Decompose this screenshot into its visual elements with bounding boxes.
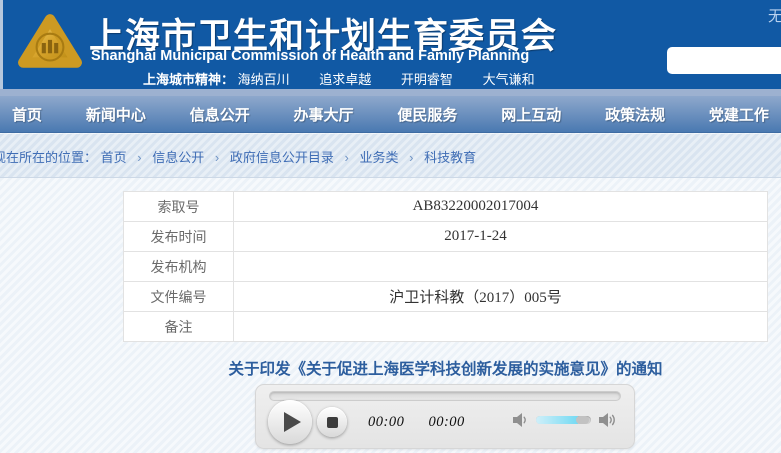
breadcrumb-separator: ›: [409, 150, 413, 165]
volume-slider[interactable]: [536, 416, 591, 424]
site-header: 上海市卫生和计划生育委员会 Shanghai Municipal Commiss…: [0, 0, 781, 89]
slogan-item: 海纳百川: [238, 72, 290, 87]
total-time: 00:00: [428, 414, 464, 430]
document-info-table: 索取号 AB83220002017004 发布时间 2017-1-24 发布机构…: [123, 191, 768, 342]
volume-high-icon: [598, 412, 618, 428]
row-label: 索取号: [124, 192, 234, 221]
play-button[interactable]: [268, 400, 312, 444]
nav-item-home[interactable]: 首页: [12, 104, 42, 125]
stop-icon: [327, 417, 338, 428]
main-nav: 首页 新闻中心 信息公开 办事大厅 便民服务 网上互动 政策法规 党建工作: [0, 96, 781, 133]
volume-fill: [536, 416, 578, 424]
breadcrumb: 现在所在的位置： 首页 › 信息公开 › 政府信息公开目录 › 业务类 › 科技…: [0, 147, 476, 166]
nav-item-party-building[interactable]: 党建工作: [709, 104, 769, 125]
slogan-item: 追求卓越: [319, 72, 371, 87]
row-value: [234, 252, 767, 281]
volume-low-icon: [512, 412, 529, 428]
playback-progress-bar[interactable]: [269, 391, 621, 401]
row-label: 文件编号: [124, 282, 234, 311]
volume-up-button[interactable]: [598, 412, 618, 428]
nav-item-convenience-services[interactable]: 便民服务: [397, 104, 457, 125]
stop-button[interactable]: [317, 407, 347, 437]
header-divider-strip: [0, 89, 781, 96]
breadcrumb-separator: ›: [345, 150, 349, 165]
row-label: 备注: [124, 312, 234, 341]
commission-logo-icon: [17, 11, 83, 77]
volume-controls: [512, 412, 618, 428]
row-label: 发布机构: [124, 252, 234, 281]
city-spirit-slogan: 上海城市精神： 海纳百川 追求卓越 开明睿智 大气谦和: [143, 69, 561, 88]
nav-item-service-hall[interactable]: 办事大厅: [294, 104, 354, 125]
play-icon: [284, 412, 301, 432]
breadcrumb-item-info-disclosure[interactable]: 信息公开: [152, 150, 204, 165]
breadcrumb-item-gov-info-catalog[interactable]: 政府信息公开目录: [230, 150, 334, 165]
slogan-item: 大气谦和: [483, 72, 535, 87]
breadcrumb-band: 现在所在的位置： 首页 › 信息公开 › 政府信息公开目录 › 业务类 › 科技…: [0, 134, 781, 178]
page: 上海市卫生和计划生育委员会 Shanghai Municipal Commiss…: [0, 0, 781, 453]
breadcrumb-separator: ›: [137, 150, 141, 165]
row-value: 2017-1-24: [234, 222, 767, 251]
time-display: 00:00 00:00: [368, 414, 485, 431]
row-label: 发布时间: [124, 222, 234, 251]
breadcrumb-label: 现在所在的位置：: [0, 150, 97, 165]
audio-player: 00:00 00:00: [255, 384, 635, 449]
table-row: 文件编号 沪卫计科教（2017）005号: [124, 282, 767, 312]
row-value: [234, 312, 767, 341]
breadcrumb-item-business-category[interactable]: 业务类: [359, 150, 398, 165]
volume-thumb[interactable]: [576, 416, 589, 424]
breadcrumb-item-home[interactable]: 首页: [101, 150, 127, 165]
nav-item-news[interactable]: 新闻中心: [86, 104, 146, 125]
site-subtitle: Shanghai Municipal Commission of Health …: [91, 48, 529, 64]
slogan-item: 开明睿智: [401, 72, 453, 87]
search-input[interactable]: [667, 47, 781, 74]
table-row: 索取号 AB83220002017004: [124, 192, 767, 222]
table-row: 发布时间 2017-1-24: [124, 222, 767, 252]
breadcrumb-item-sci-tech-education[interactable]: 科技教育: [424, 150, 476, 165]
slogan-label: 上海城市精神：: [143, 72, 234, 87]
nav-item-policies-regulations[interactable]: 政策法规: [605, 104, 665, 125]
current-time: 00:00: [368, 414, 404, 430]
table-row: 备注: [124, 312, 767, 342]
article-title: 关于印发《关于促进上海医学科技创新发展的实施意见》的通知: [123, 357, 768, 379]
volume-down-button[interactable]: [512, 412, 529, 428]
row-value: 沪卫计科教（2017）005号: [234, 282, 767, 311]
nav-item-online-interaction[interactable]: 网上互动: [501, 104, 561, 125]
breadcrumb-separator: ›: [215, 150, 219, 165]
table-row: 发布机构: [124, 252, 767, 282]
row-value: AB83220002017004: [234, 192, 767, 221]
accessibility-link[interactable]: 无: [768, 5, 781, 26]
nav-item-info-disclosure[interactable]: 信息公开: [190, 104, 250, 125]
